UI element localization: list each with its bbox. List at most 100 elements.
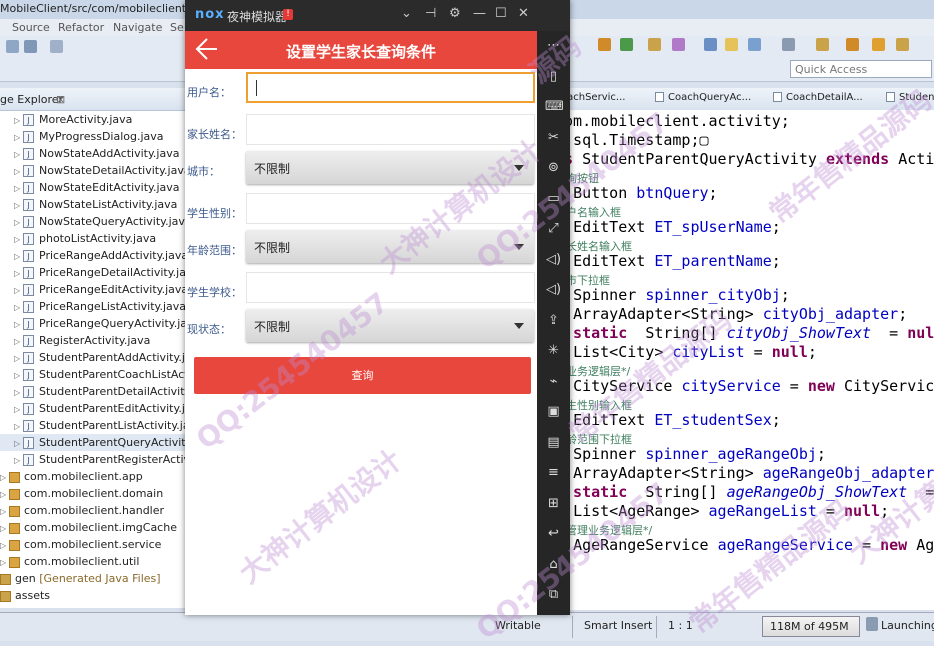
shake-icon[interactable]: ✳	[545, 342, 562, 359]
chevron-right-icon[interactable]: ▷	[14, 418, 23, 435]
back-icon[interactable]: ↩	[545, 525, 562, 542]
dropdown-select[interactable]: 不限制	[246, 309, 534, 342]
video-record-icon[interactable]: ▣	[545, 403, 562, 420]
location-icon[interactable]: ⊚	[545, 159, 562, 176]
keyboard-icon[interactable]: ⌨	[545, 98, 564, 115]
chevron-right-icon[interactable]: ▷	[14, 129, 23, 146]
text-input[interactable]	[246, 72, 535, 103]
chevron-right-icon[interactable]: ▷	[14, 197, 23, 214]
chevron-right-icon[interactable]: ▷	[14, 367, 23, 384]
toolbar-icon[interactable]	[896, 38, 909, 51]
tree-item-file[interactable]: ▷ J PriceRangeQueryActivity.java	[0, 315, 200, 332]
editor-tab[interactable]: oachServic...	[561, 92, 625, 103]
alert-badge[interactable]: !	[283, 9, 293, 20]
chevron-right-icon[interactable]: ▷	[0, 469, 9, 486]
home-icon[interactable]: ⌂	[545, 556, 562, 573]
chevron-right-icon[interactable]: ▷	[0, 554, 9, 571]
chevron-right-icon[interactable]: ▷	[14, 231, 23, 248]
tree-item-file[interactable]: ▷ J PriceRangeDetailActivity.java	[0, 264, 199, 282]
more-icon[interactable]: ⋯	[545, 37, 562, 54]
heap-status[interactable]: 118M of 495M	[762, 616, 860, 637]
tree-item-file[interactable]: ▷ J StudentParentListActivity.java	[0, 417, 203, 435]
chevron-right-icon[interactable]: ▷	[0, 486, 9, 503]
tree-item-package[interactable]: ▷ com.mobileclient.service	[0, 536, 161, 553]
menu-source[interactable]: Source	[12, 21, 50, 34]
recent-apps-icon[interactable]: ⧉	[545, 586, 562, 603]
maximize-icon[interactable]: ☐	[495, 6, 507, 21]
toolbar-icon[interactable]	[50, 40, 63, 53]
tree-item-file[interactable]: ▷ J PriceRangeAddActivity.java	[0, 247, 188, 265]
toolbar-icon[interactable]	[620, 38, 633, 51]
chevron-right-icon[interactable]: ▷	[14, 265, 23, 282]
multi-instance-icon[interactable]: ▤	[545, 434, 562, 451]
screen-icon[interactable]: ▭	[545, 190, 562, 207]
chevron-down-icon[interactable]: ⌄	[401, 6, 412, 21]
editor-tab[interactable]: CoachQueryAc...	[655, 92, 751, 103]
chevron-right-icon[interactable]: ▷	[14, 282, 23, 299]
tree-item-package[interactable]: ▷ com.mobileclient.util	[0, 553, 139, 570]
chevron-right-icon[interactable]: ▷	[14, 112, 23, 129]
query-button[interactable]: 查询	[194, 357, 531, 394]
volume-up-icon[interactable]: ◁)	[545, 251, 562, 268]
toolbar-icon[interactable]	[782, 38, 795, 51]
toolbar-icon[interactable]	[725, 38, 738, 51]
toolbox-icon[interactable]: ⊞	[545, 495, 562, 512]
tree-item-file[interactable]: ▷ J StudentParentEditActivity.jav	[0, 400, 198, 418]
menu-navigate[interactable]: Navigate	[113, 21, 162, 34]
scissors-icon[interactable]: ✂	[545, 129, 562, 146]
menu-refactor[interactable]: Refactor	[58, 21, 104, 34]
tree-item-file[interactable]: ▷ J NowStateDetailActivity.java	[0, 162, 191, 180]
toolbar-icon[interactable]	[24, 40, 37, 53]
text-input[interactable]	[246, 114, 535, 145]
toolbar-icon[interactable]	[816, 38, 829, 51]
toolbar-icon[interactable]	[872, 38, 885, 51]
tree-item-file[interactable]: ▷ J RegisterActivity.java	[0, 332, 187, 349]
chevron-right-icon[interactable]: ▷	[14, 384, 23, 401]
fullscreen-icon[interactable]: ⤢	[545, 220, 562, 237]
toolbar-icon[interactable]	[704, 38, 717, 51]
tree-item-file[interactable]: ▷ J StudentParentDetailActivity.ja	[0, 383, 203, 401]
screen-rotate-icon[interactable]: ▯	[545, 68, 562, 85]
apk-install-icon[interactable]: ⇪	[545, 312, 562, 329]
macro-icon[interactable]: ⌁	[545, 373, 562, 390]
chevron-right-icon[interactable]: ▷	[14, 333, 23, 350]
chevron-right-icon[interactable]: ▷	[14, 146, 23, 163]
tree-item-gen[interactable]: gen [Generated Java Files]	[0, 570, 161, 587]
toolbar-icon[interactable]	[6, 40, 19, 53]
text-input[interactable]	[246, 193, 535, 224]
code-editor[interactable]: com.mobileclient.activity; a.sql.Timestam…	[555, 110, 934, 610]
tree-item-file[interactable]: ▷ J NowStateEditActivity.java	[0, 179, 187, 196]
minimize-icon[interactable]: —	[473, 6, 486, 21]
chevron-right-icon[interactable]: ▷	[14, 180, 23, 197]
tree-item-file[interactable]: ▷ J MyProgressDialog.java	[0, 128, 187, 145]
toolbar-icon[interactable]	[598, 38, 611, 51]
chevron-right-icon[interactable]: ▷	[0, 520, 9, 537]
chevron-right-icon[interactable]: ▷	[0, 503, 9, 520]
pin-icon[interactable]: ⊣	[425, 6, 436, 21]
chevron-right-icon[interactable]: ▷	[14, 401, 23, 418]
close-icon[interactable]: ⊠	[56, 93, 65, 106]
tree-item-file[interactable]: ▷ J PriceRangeListActivity.java	[0, 298, 187, 315]
tree-item-file[interactable]: ▷ JphotoListActivity.java	[0, 230, 187, 247]
tree-item-file[interactable]: ▷ J StudentParentQueryActivity.ja	[0, 434, 204, 452]
tree-item-file[interactable]: ▷ J NowStateListActivity.java	[0, 196, 187, 213]
dropdown-select[interactable]: 不限制	[246, 230, 534, 263]
chevron-right-icon[interactable]: ▷	[14, 350, 23, 367]
chevron-right-icon[interactable]: ▷	[14, 452, 23, 469]
menu-icon[interactable]: ≡	[545, 464, 562, 481]
tree-item-package[interactable]: ▷ com.mobileclient.domain	[0, 485, 163, 502]
chevron-right-icon[interactable]: ▷	[14, 299, 23, 316]
chevron-right-icon[interactable]: ▷	[14, 435, 23, 452]
toolbar-icon[interactable]	[748, 38, 761, 51]
toolbar-icon[interactable]	[672, 38, 685, 51]
tree-item-file[interactable]: ▷ J StudentParentCoachListActivi	[0, 366, 201, 384]
tree-item-file[interactable]: ▷ J StudentParentRegisterActivity	[0, 451, 204, 469]
text-input[interactable]	[246, 272, 535, 303]
gear-icon[interactable]: ⚙	[449, 6, 461, 21]
chevron-right-icon[interactable]: ▷	[14, 248, 23, 265]
tree-item-file[interactable]: ▷ J MoreActivity.java	[0, 111, 187, 128]
chevron-right-icon[interactable]: ▷	[14, 214, 23, 231]
chevron-right-icon[interactable]: ▷	[14, 163, 23, 180]
toolbar-icon[interactable]	[846, 38, 859, 51]
tree-item-package[interactable]: ▷ com.mobileclient.app	[0, 468, 143, 485]
